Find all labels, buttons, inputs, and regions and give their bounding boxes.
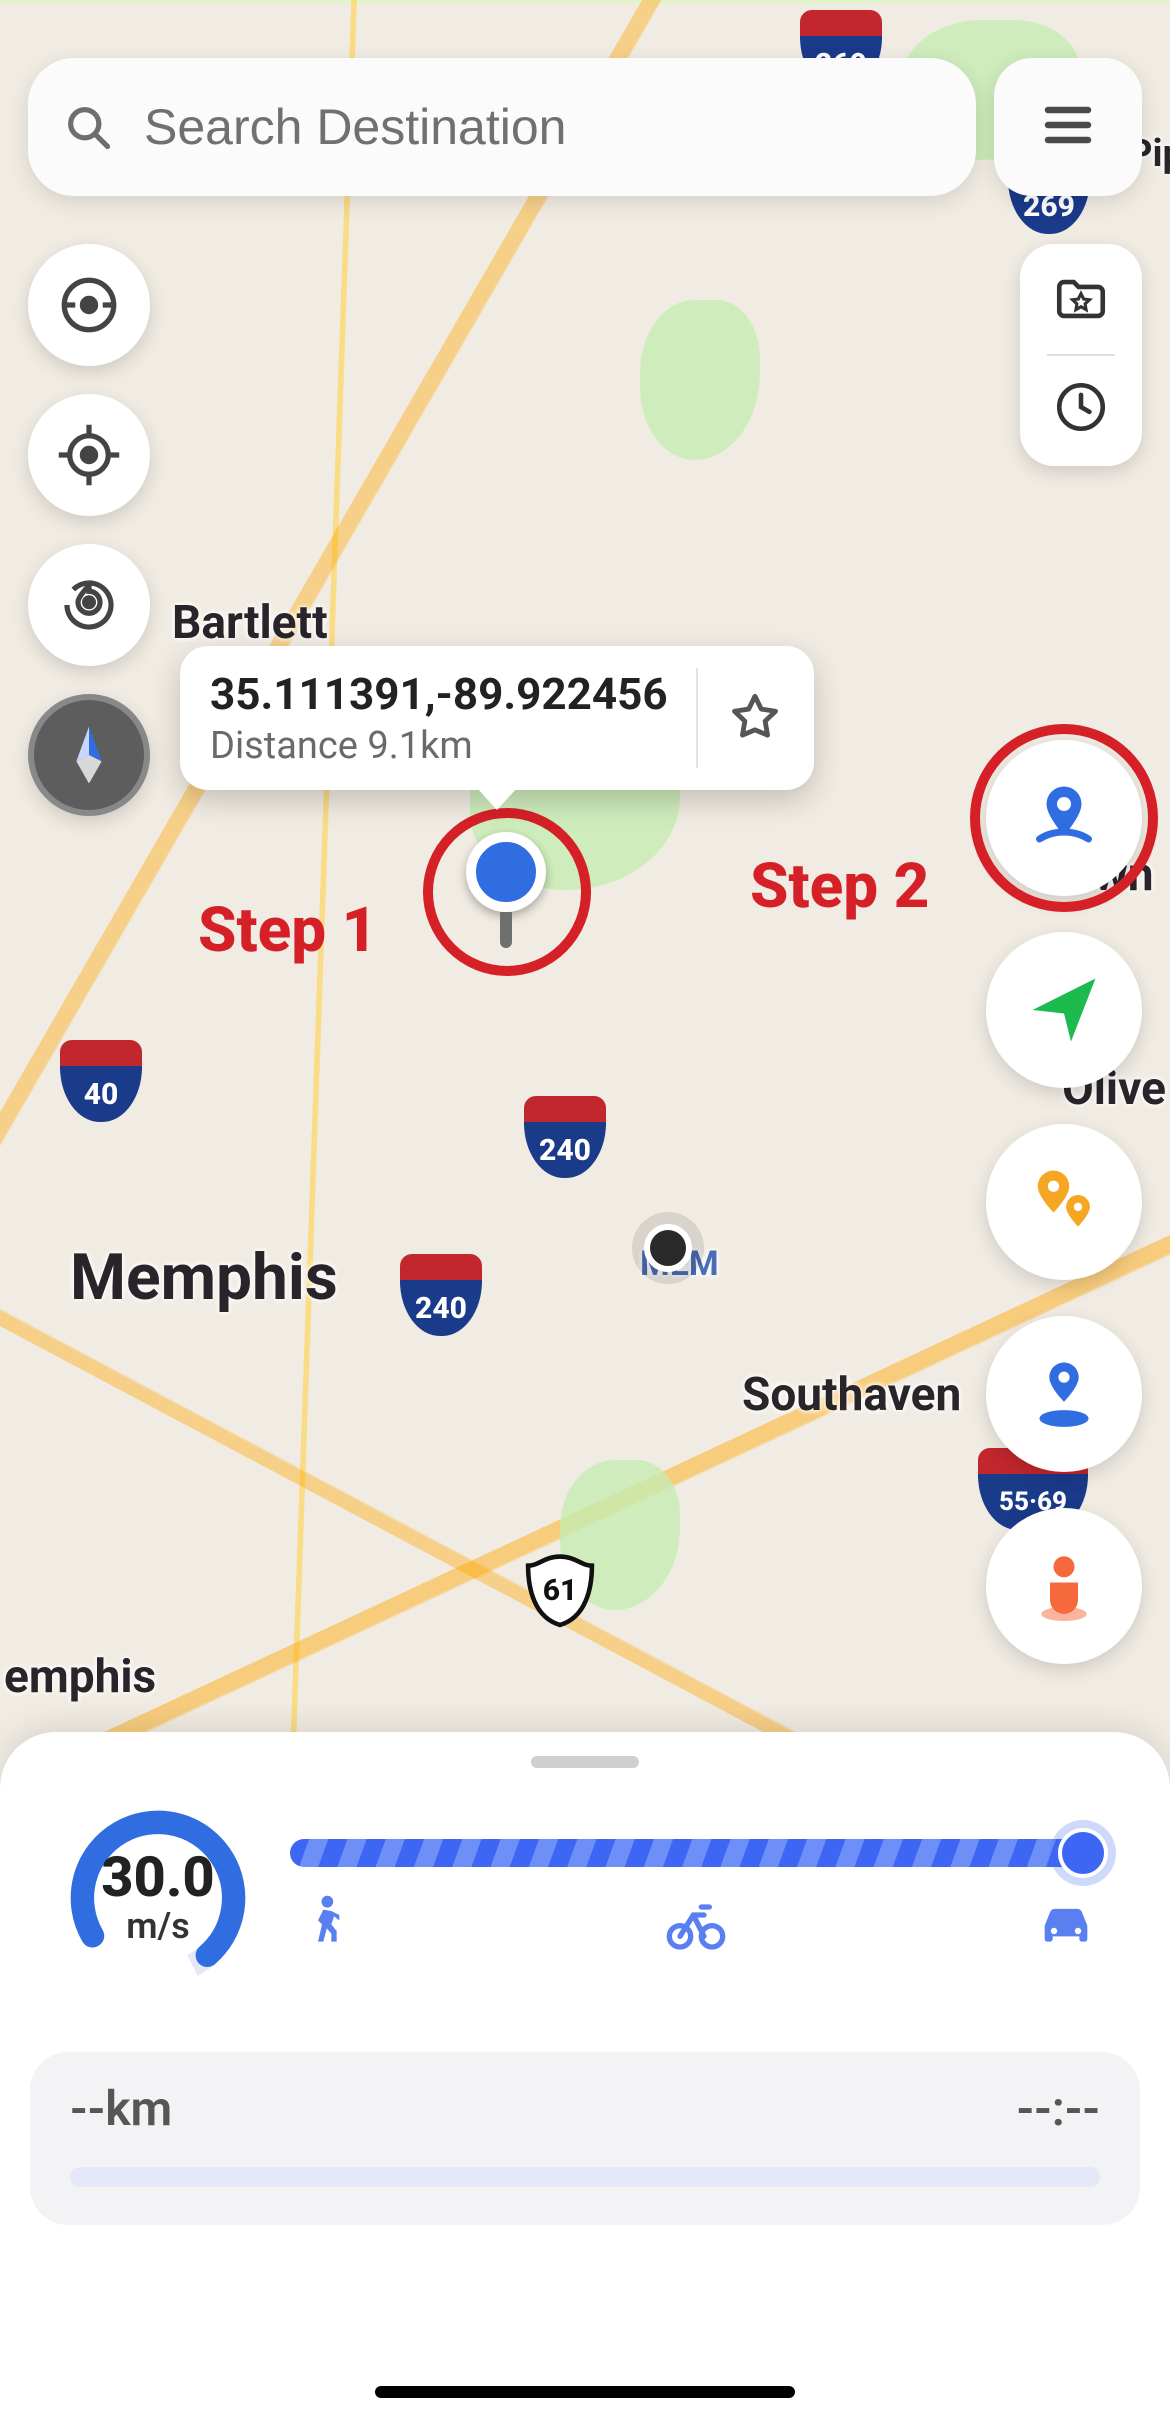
shield-i240a: 240 [524, 1096, 606, 1178]
right-corner-panel [1020, 244, 1142, 466]
callout-distance: Distance 9.1km [210, 724, 668, 768]
person-spot-button[interactable] [986, 1508, 1142, 1664]
callout-coords: 35.111391,-89.922456 [210, 668, 668, 720]
map-label-emphis: emphis [4, 1650, 156, 1704]
speed-row: 30.0 m/s [30, 1808, 1140, 1988]
step2-label: Step 2 [750, 850, 929, 923]
dual-pin-button[interactable] [986, 1124, 1142, 1280]
slider-track [290, 1839, 1102, 1867]
speed-slider-column [290, 1837, 1102, 1959]
current-location-dot [644, 1224, 692, 1272]
menu-button[interactable] [994, 58, 1142, 196]
divider [1047, 354, 1115, 356]
map-pin-button[interactable] [986, 740, 1142, 896]
trip-distance: --km [70, 2080, 172, 2137]
center-location-button[interactable] [28, 394, 150, 516]
app-root: Memphis emphis Bartlett wn Southaven Oli… [0, 0, 1170, 2422]
transport-mode-row [290, 1891, 1102, 1959]
menu-icon [1038, 95, 1098, 159]
shield-i40: 40 [60, 1040, 142, 1122]
callout-text: 35.111391,-89.922456 Distance 9.1km [210, 668, 668, 768]
speed-slider[interactable] [290, 1837, 1102, 1869]
location-callout[interactable]: 35.111391,-89.922456 Distance 9.1km [180, 646, 814, 790]
car-icon[interactable] [1034, 1891, 1098, 1959]
pin-stand-button[interactable] [986, 1316, 1142, 1472]
step1-label: Step 1 [198, 894, 377, 967]
walk-icon[interactable] [294, 1891, 358, 1959]
pin-head [466, 832, 546, 912]
search-input[interactable] [144, 98, 942, 156]
bike-icon[interactable] [664, 1891, 728, 1959]
trip-card[interactable]: --km --:-- [30, 2052, 1140, 2225]
star-icon[interactable] [726, 689, 784, 747]
speed-gauge: 30.0 m/s [68, 1808, 248, 1988]
callout-divider [696, 668, 698, 768]
home-indicator [375, 2386, 795, 2398]
send-route-button[interactable] [986, 932, 1142, 1088]
callout-tail [477, 788, 517, 810]
dropped-pin[interactable] [466, 832, 546, 942]
target-mode-button[interactable] [28, 244, 150, 366]
speed-unit: m/s [126, 1905, 189, 1947]
map-label-bartlett: Bartlett [172, 596, 328, 650]
trip-time: --:-- [1017, 2080, 1100, 2137]
search-box[interactable] [28, 58, 976, 196]
speed-value: 30.0 [101, 1849, 214, 1905]
rotate-pin-button[interactable] [28, 544, 150, 666]
history-icon[interactable] [1052, 378, 1110, 440]
shield-i240b: 240 [400, 1254, 482, 1336]
slider-thumb[interactable] [1058, 1828, 1108, 1878]
shield-us61: 61 [522, 1552, 598, 1628]
sheet-grabber[interactable] [531, 1756, 639, 1768]
trip-progress-bar [70, 2167, 1100, 2187]
compass-button[interactable] [28, 694, 150, 816]
bottom-sheet[interactable]: 30.0 m/s [0, 1732, 1170, 2422]
map-label-southaven: Southaven [742, 1368, 961, 1422]
search-icon [62, 101, 114, 153]
favorites-folder-icon[interactable] [1052, 270, 1110, 332]
top-bar [28, 58, 1142, 196]
map-label-memphis: Memphis [70, 1240, 338, 1315]
pin-stem [500, 912, 512, 948]
